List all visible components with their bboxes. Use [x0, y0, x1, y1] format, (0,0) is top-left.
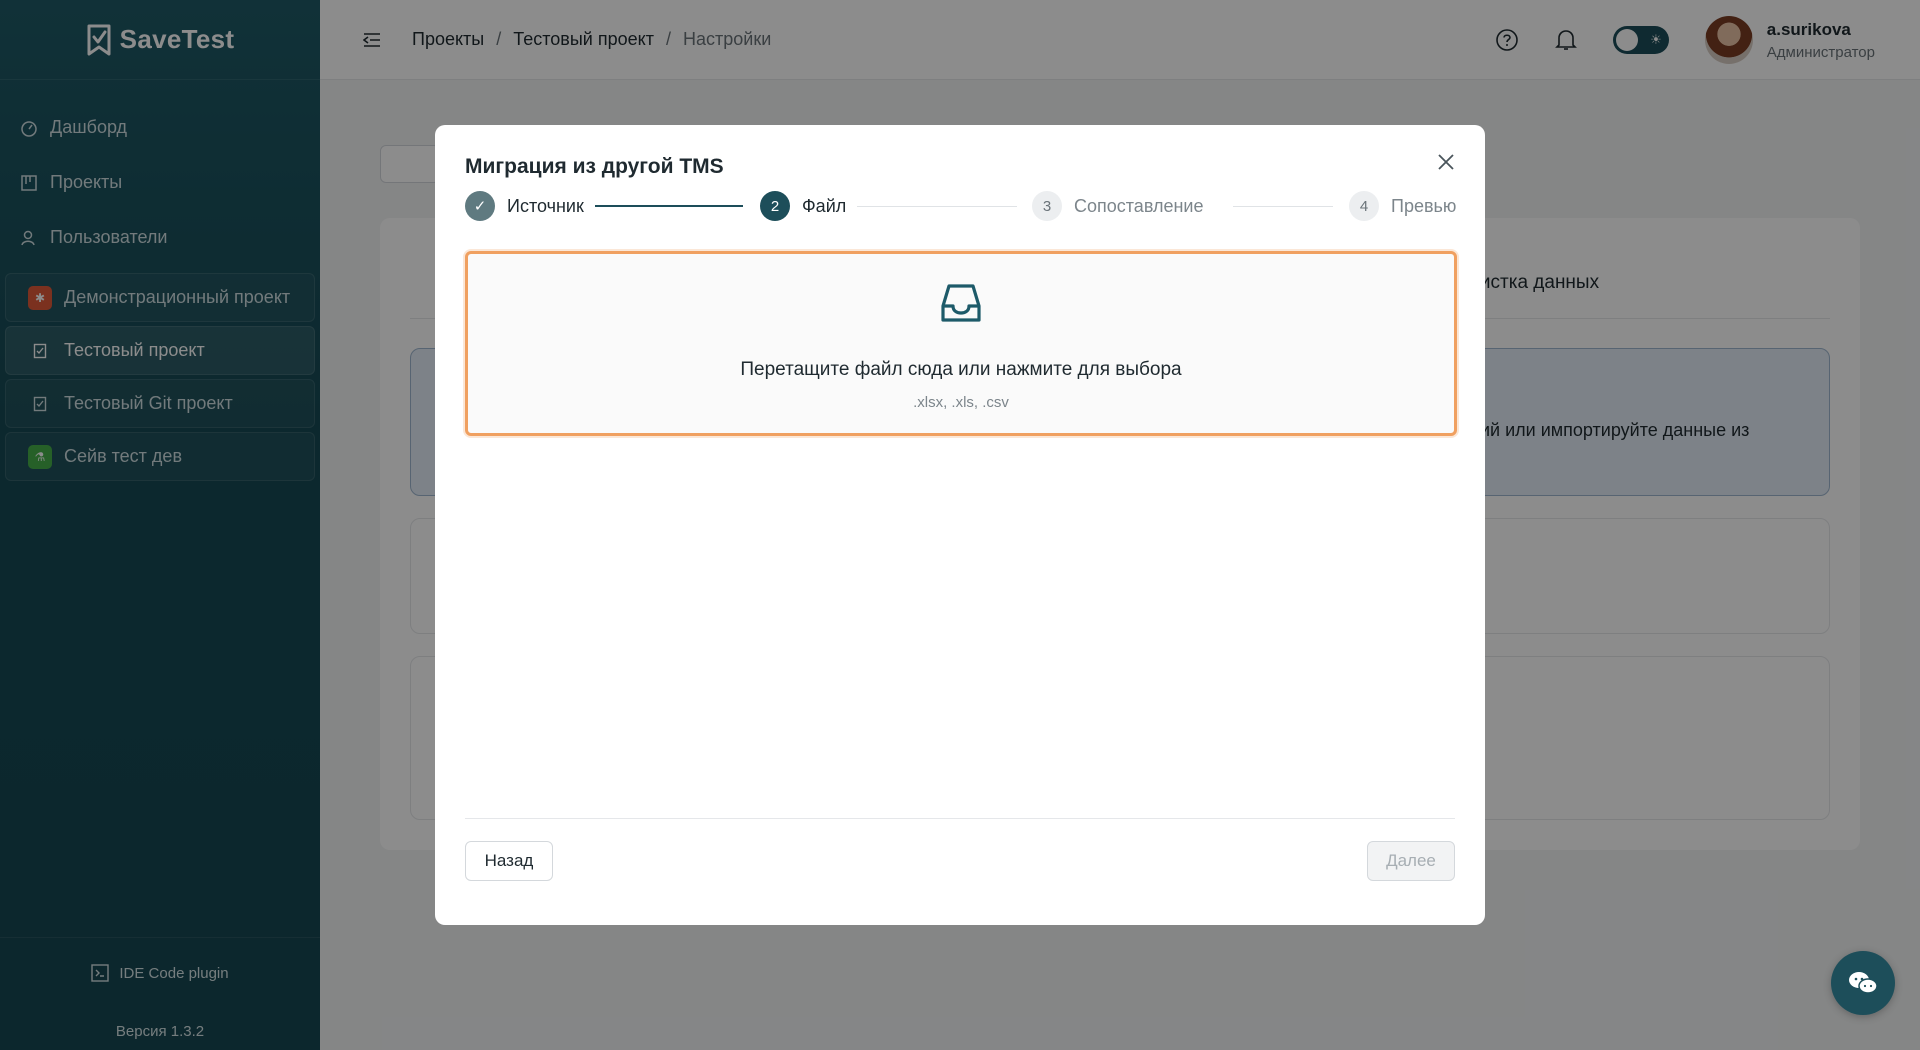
modal-title: Миграция из другой TMS [465, 155, 724, 178]
close-button[interactable] [1431, 147, 1461, 177]
check-icon: ✓ [465, 191, 495, 221]
next-button[interactable]: Далее [1367, 841, 1455, 881]
dropzone-text: Перетащите файл сюда или нажмите для выб… [740, 359, 1182, 380]
step-number: 3 [1032, 191, 1062, 221]
back-button[interactable]: Назад [465, 841, 553, 881]
chat-icon [1849, 972, 1878, 994]
step-number: 4 [1349, 191, 1379, 221]
inbox-icon [941, 284, 981, 322]
migration-modal: Миграция из другой TMS ✓ Источник 2 Файл… [435, 125, 1485, 925]
step-label: Файл [802, 195, 847, 216]
step-source: ✓ Источник [465, 190, 584, 222]
step-label: Источник [507, 195, 584, 216]
step-preview: 4 Превью [1349, 190, 1456, 222]
support-chat-button[interactable] [1831, 951, 1895, 1015]
dropzone-formats: .xlsx, .xls, .csv [913, 394, 1009, 411]
step-connector [595, 205, 743, 207]
step-file: 2 Файл [760, 190, 846, 222]
step-label: Превью [1391, 195, 1457, 216]
close-icon [1438, 154, 1454, 170]
step-connector [1233, 206, 1333, 207]
step-connector [857, 206, 1017, 207]
stepper: ✓ Источник 2 Файл 3 Сопоставление 4 Прев… [465, 190, 1456, 222]
step-mapping: 3 Сопоставление [1032, 190, 1204, 222]
step-number: 2 [760, 191, 790, 221]
footer-divider [465, 818, 1455, 819]
file-dropzone[interactable]: Перетащите файл сюда или нажмите для выб… [465, 251, 1457, 436]
step-label: Сопоставление [1074, 195, 1204, 216]
